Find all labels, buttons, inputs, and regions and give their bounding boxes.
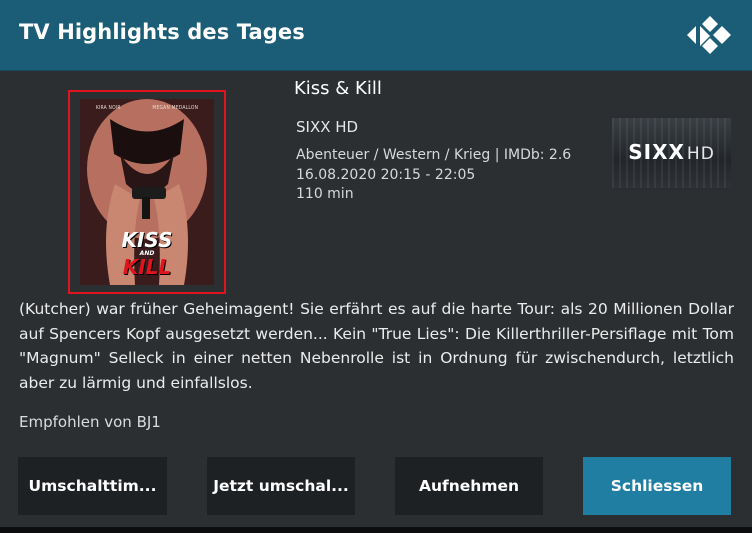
- poster-title: KISS AND KILL: [80, 230, 214, 277]
- channel-logo-hd: HD: [686, 144, 715, 164]
- channel-logo-main: SIXX: [628, 140, 685, 164]
- kodi-logo-icon: [687, 16, 731, 54]
- channel-logo-text: SIXX HD: [612, 140, 731, 164]
- poster-credits: KIRA NOIR MEGAN MEDALLON: [80, 105, 214, 111]
- switch-timer-button[interactable]: Umschalttim...: [18, 457, 167, 515]
- program-description: (Kutcher) war früher Geheimagent! Sie er…: [19, 300, 734, 392]
- poster-title-line3: KILL: [122, 255, 172, 279]
- poster-thumbnail[interactable]: KIRA NOIR MEGAN MEDALLON KISS AND KILL: [68, 90, 226, 294]
- background-strip: [0, 527, 752, 533]
- close-button[interactable]: Schliessen: [583, 457, 731, 515]
- poster-credit-2: MEGAN MEDALLON: [152, 105, 199, 111]
- poster-title-line1: KISS: [121, 228, 173, 252]
- program-info-dialog: TV Highlights des Tages KIRA NOIR MEGAN …: [0, 0, 752, 527]
- dialog-title: TV Highlights des Tages: [19, 20, 305, 44]
- program-duration: 110 min: [296, 186, 354, 202]
- channel-logo: SIXX HD: [612, 118, 731, 188]
- switch-now-button[interactable]: Jetzt umschal...: [207, 457, 355, 515]
- genre-rating: Abenteuer / Western / Krieg | IMDb: 2.6: [296, 147, 572, 163]
- movie-poster-image: KIRA NOIR MEGAN MEDALLON KISS AND KILL: [80, 99, 214, 285]
- broadcast-datetime: 16.08.2020 20:15 - 22:05: [296, 167, 476, 183]
- dialog-header: TV Highlights des Tages: [0, 0, 752, 71]
- program-title: Kiss & Kill: [294, 78, 382, 99]
- channel-name: SIXX HD: [296, 118, 359, 136]
- record-button[interactable]: Aufnehmen: [395, 457, 543, 515]
- recommended-by: Empfohlen von BJ1: [19, 413, 161, 431]
- poster-credit-1: KIRA NOIR: [95, 105, 121, 111]
